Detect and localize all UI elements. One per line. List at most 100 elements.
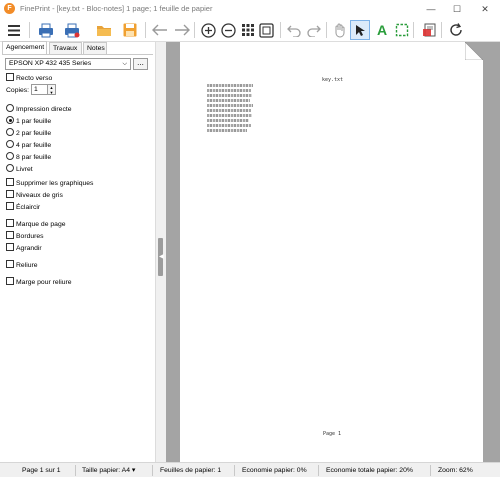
zoom-out-icon[interactable] [218, 20, 238, 40]
save-icon[interactable] [120, 20, 140, 40]
printer-properties-button[interactable]: ... [133, 58, 148, 70]
layout-radio-direct[interactable]: Impression directe [6, 104, 72, 114]
layout-radio-8-per-sheet[interactable]: 8 par feuille [6, 152, 51, 162]
refresh-icon[interactable] [446, 20, 466, 40]
tab-underline [2, 54, 153, 55]
radio-label: Livret [16, 166, 33, 173]
radio-label: Impression directe [16, 106, 72, 113]
status-zoom[interactable]: Zoom: 62% [438, 465, 473, 476]
checkbox-box [6, 219, 14, 227]
window-title: FinePrint - [key.txt - Bloc-notes] 1 pag… [20, 4, 213, 13]
forward-arrow-icon[interactable] [172, 20, 192, 40]
grayscale-checkbox[interactable]: Niveaux de gris [6, 190, 63, 200]
radio-label: 2 par feuille [16, 130, 52, 137]
printer-icon[interactable] [36, 20, 56, 40]
printer-settings-icon[interactable] [62, 20, 82, 40]
status-page: Page 1 sur 1 [22, 467, 61, 474]
close-button[interactable]: ✕ [472, 2, 498, 16]
copies-stepper[interactable]: ▲ ▼ [48, 84, 56, 95]
blurred-text-line [207, 129, 247, 132]
chevron-down-icon: ⌵ [122, 61, 127, 67]
radio-circle [6, 116, 14, 124]
checkbox-label: Bordures [16, 233, 44, 240]
status-bar: Page 1 sur 1 Taille papier: A4 ▾ Feuille… [0, 462, 500, 477]
layout-radio-2-per-sheet[interactable]: 2 par feuille [6, 128, 51, 138]
checkbox-label: Agrandir [16, 245, 42, 252]
collapse-arrow-icon[interactable]: ◀ [159, 253, 164, 260]
back-arrow-icon[interactable] [150, 20, 170, 40]
stationery-icon[interactable] [419, 20, 439, 40]
recto-verso-label: Recto verso [16, 75, 53, 82]
radio-label: 1 par feuille [16, 118, 52, 125]
page-fold-corner [465, 42, 483, 60]
blurred-text-line [207, 104, 253, 107]
minimize-button[interactable]: — [418, 2, 444, 16]
binding-checkbox[interactable]: Reliure [6, 260, 38, 270]
blurred-text-line [207, 109, 251, 112]
status-separator [234, 465, 235, 476]
radio-circle [6, 128, 14, 136]
toolbar-separator [280, 22, 281, 38]
radio-label: 4 par feuille [16, 142, 52, 149]
blurred-text-line [207, 124, 251, 127]
tab-notes[interactable]: Notes [83, 42, 107, 54]
maximize-button[interactable]: ☐ [444, 2, 470, 16]
select-arrow-icon[interactable] [350, 20, 370, 40]
status-separator [152, 465, 153, 476]
toolbar-separator [441, 22, 442, 38]
checkbox-label: Reliure [16, 262, 38, 269]
status-paper-size[interactable]: Taille papier: A4 ▾ [82, 465, 135, 476]
printer-select[interactable]: EPSON XP 432 435 Series ⌵ [5, 58, 131, 70]
layout-radio-1-per-sheet[interactable]: 1 par feuille [6, 116, 51, 126]
page-footer-text: Page 1 [323, 431, 342, 437]
redo-icon[interactable] [304, 20, 324, 40]
copies-input[interactable]: 1 [31, 84, 48, 95]
checkbox-box [6, 202, 14, 210]
hand-icon[interactable] [330, 20, 350, 40]
blurred-text-line [207, 94, 252, 97]
blurred-text-line [207, 89, 251, 92]
status-total-saving: Economie totale papier: 20% [326, 467, 413, 474]
checkbox-box [6, 73, 14, 81]
radio-circle [6, 164, 14, 172]
grid-icon[interactable] [238, 20, 258, 40]
radio-circle [6, 152, 14, 160]
open-folder-icon[interactable] [94, 20, 114, 40]
remove-graphics-checkbox[interactable]: Supprimer les graphiques [6, 178, 93, 188]
checkbox-label: Supprimer les graphiques [16, 180, 94, 187]
radio-circle [6, 140, 14, 148]
layout-radio-booklet[interactable]: Livret [6, 164, 33, 174]
checkbox-box [6, 190, 14, 198]
lighten-checkbox[interactable]: Éclaircir [6, 202, 40, 212]
crop-select-icon[interactable] [392, 20, 412, 40]
toolbar-separator [145, 22, 146, 38]
status-separator [75, 465, 76, 476]
undo-icon[interactable] [284, 20, 304, 40]
menu-icon[interactable] [4, 20, 24, 40]
checkbox-box [6, 277, 14, 285]
zoom-in-icon[interactable] [198, 20, 218, 40]
tab-agencement[interactable]: Agencement [2, 41, 47, 54]
status-sheets: Feuilles de papier: 1 [160, 467, 222, 474]
page-mark-checkbox[interactable]: Marque de page [6, 219, 66, 229]
recto-verso-checkbox[interactable]: Recto verso [6, 73, 52, 83]
blurred-text-line [207, 119, 249, 122]
fineprint-logo-icon: F [4, 3, 15, 14]
copies-label: Copies: [6, 87, 30, 94]
layout-radio-4-per-sheet[interactable]: 4 par feuille [6, 140, 51, 150]
enlarge-checkbox[interactable]: Agrandir [6, 243, 42, 253]
checkbox-box [6, 231, 14, 239]
fit-page-icon[interactable] [256, 20, 276, 40]
blurred-text-line [207, 114, 252, 117]
checkbox-label: Éclaircir [16, 204, 41, 211]
tab-travaux[interactable]: Travaux [49, 42, 82, 54]
borders-checkbox[interactable]: Bordures [6, 231, 44, 241]
toolbar-separator [194, 22, 195, 38]
checkbox-label: Marge pour reliure [16, 279, 72, 286]
toolbar: A [0, 18, 500, 42]
binding-margin-checkbox[interactable]: Marge pour reliure [6, 277, 72, 287]
status-separator [318, 465, 319, 476]
text-tool-icon[interactable]: A [372, 20, 392, 40]
printer-select-value: EPSON XP 432 435 Series [9, 60, 92, 67]
checkbox-box [6, 178, 14, 186]
